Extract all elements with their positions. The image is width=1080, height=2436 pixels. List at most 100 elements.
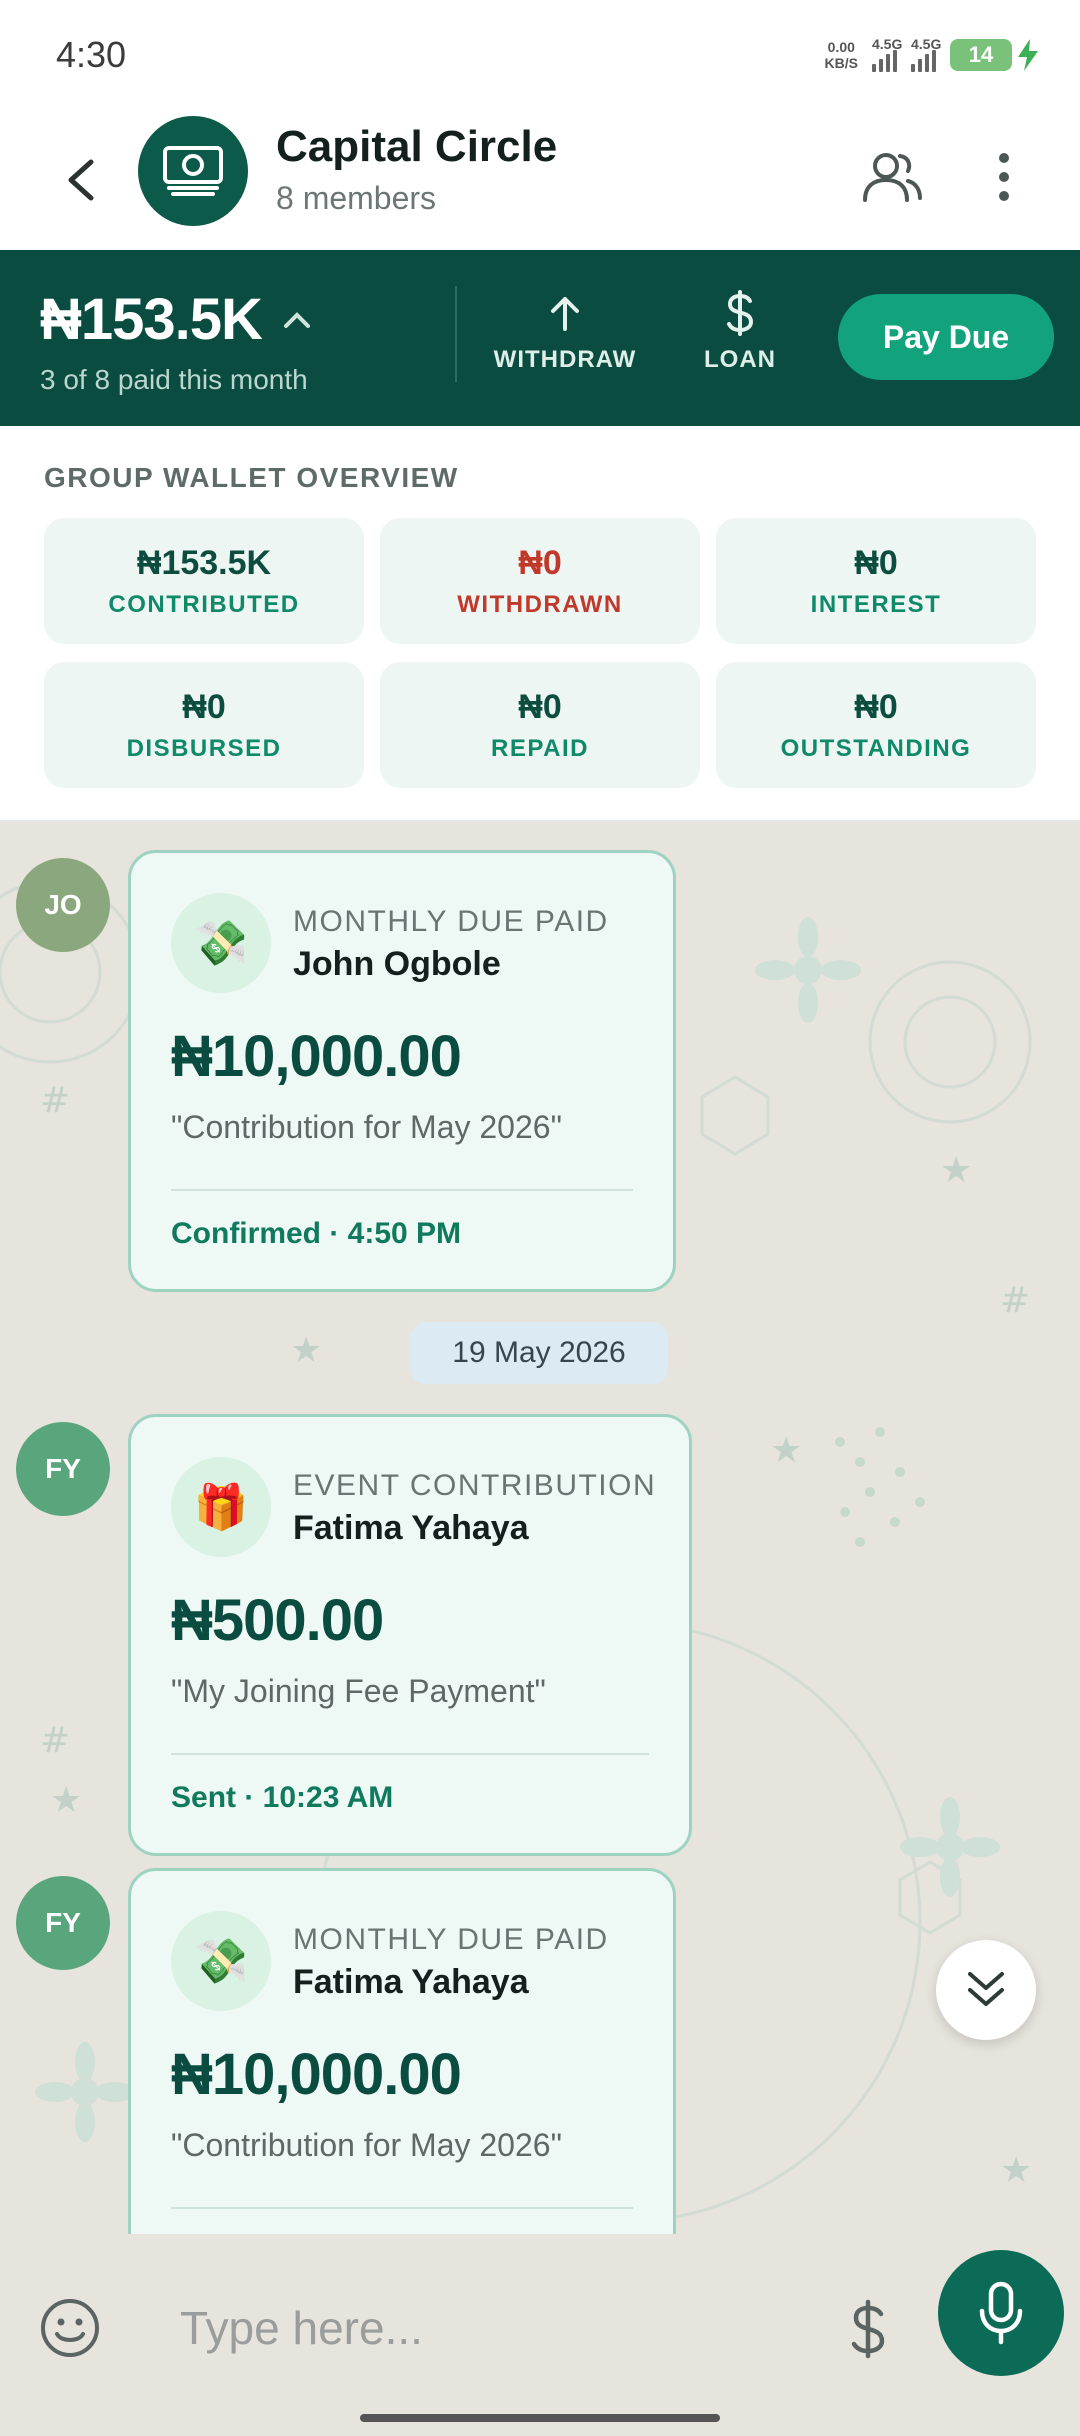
loan-button[interactable]: LOAN: [690, 290, 790, 374]
divider: [171, 2207, 633, 2209]
sender-avatar[interactable]: JO: [16, 858, 110, 952]
transaction-status: Sent · 10:23 AM: [171, 1781, 394, 1814]
more-icon: [999, 153, 1009, 201]
message-composer: [0, 2234, 1080, 2436]
battery-level: 14: [950, 39, 1012, 71]
money-emoji-icon: 💸: [171, 893, 271, 993]
wallet-overview: GROUP WALLET OVERVIEW ₦153.5K CONTRIBUTE…: [0, 426, 1080, 822]
money-emoji-icon: 💸: [171, 1911, 271, 2011]
network-speed-unit: KB/S: [824, 55, 858, 71]
signal-icon: 4.5G: [872, 36, 902, 72]
balance-toggle[interactable]: ₦153.5K: [40, 286, 312, 353]
transaction-note: "Contribution for May 2026": [171, 2127, 562, 2163]
arrow-up-icon: [551, 297, 579, 331]
stat-label: DISBURSED: [126, 734, 282, 762]
sender-name: John Ogbole: [293, 945, 501, 983]
withdraw-label: WITHDRAW: [493, 346, 637, 373]
svg-text:★: ★: [290, 1330, 322, 1371]
emoji-button[interactable]: [36, 2294, 104, 2362]
transaction-type: EVENT CONTRIBUTION: [293, 1469, 657, 1502]
group-balance: ₦153.5K: [40, 287, 263, 352]
pay-due-button[interactable]: Pay Due: [838, 294, 1054, 380]
network-speed-value: 0.00: [827, 39, 855, 55]
divider: [455, 286, 457, 382]
divider: [171, 1189, 633, 1191]
stat-label: WITHDRAWN: [457, 590, 623, 618]
home-indicator[interactable]: [360, 2414, 720, 2422]
wallet-overview-title: GROUP WALLET OVERVIEW: [44, 462, 459, 493]
stat-value: ₦0: [518, 687, 562, 726]
stat-repaid[interactable]: ₦0 REPAID: [380, 662, 700, 788]
stat-disbursed[interactable]: ₦0 DISBURSED: [44, 662, 364, 788]
scroll-to-bottom-button[interactable]: [936, 1940, 1036, 2040]
transaction-note: "My Joining Fee Payment": [171, 1673, 546, 1709]
stat-label: CONTRIBUTED: [108, 590, 300, 618]
send-money-button[interactable]: [838, 2294, 898, 2364]
transaction-card[interactable]: 💸 MONTHLY DUE PAID Fatima Yahaya ₦10,000…: [128, 1868, 676, 2234]
stat-withdrawn[interactable]: ₦0 WITHDRAWN: [380, 518, 700, 644]
chevron-up-icon: [283, 311, 310, 328]
member-count: 8 members: [276, 180, 437, 216]
chat-header: Capital Circle 8 members: [0, 110, 1080, 250]
money-icon: [163, 146, 223, 196]
group-title: Capital Circle: [276, 122, 558, 171]
transaction-status: Confirmed · 4:50 PM: [171, 1217, 462, 1250]
message-input[interactable]: [180, 2290, 800, 2366]
members-icon: [863, 153, 922, 202]
back-button[interactable]: [52, 148, 108, 212]
svg-text:★: ★: [940, 1150, 972, 1191]
transaction-amount: ₦500.00: [171, 1588, 384, 1653]
stat-interest[interactable]: ₦0 INTEREST: [716, 518, 1036, 644]
group-title-block[interactable]: Capital Circle 8 members: [276, 122, 557, 217]
status-time: 4:30: [56, 34, 127, 75]
stat-label: OUTSTANDING: [780, 734, 972, 762]
transaction-note: "Contribution for May 2026": [171, 1109, 562, 1145]
charging-icon: [1018, 39, 1038, 71]
date-separator: 19 May 2026: [410, 1322, 668, 1384]
stat-outstanding[interactable]: ₦0 OUTSTANDING: [716, 662, 1036, 788]
transaction-card[interactable]: 🎁 EVENT CONTRIBUTION Fatima Yahaya ₦500.…: [128, 1414, 692, 1856]
battery-icon: 14: [950, 39, 1040, 71]
transaction-amount: ₦10,000.00: [171, 1024, 462, 1089]
transaction-type: MONTHLY DUE PAID: [293, 905, 609, 938]
stat-value: ₦0: [518, 543, 562, 582]
members-button[interactable]: [858, 142, 928, 212]
divider: [171, 1753, 649, 1755]
sender-avatar[interactable]: FY: [16, 1876, 110, 1970]
svg-text:★: ★: [770, 1430, 802, 1471]
transaction-card[interactable]: 💸 MONTHLY DUE PAID John Ogbole ₦10,000.0…: [128, 850, 676, 1292]
status-indicators: 0.00 KB/S 4.5G 4.5G 14: [825, 36, 1040, 72]
sender-name: Fatima Yahaya: [293, 1963, 529, 2001]
sender-avatar[interactable]: FY: [16, 1422, 110, 1516]
group-avatar[interactable]: [138, 116, 248, 226]
network-speed: 0.00 KB/S: [825, 39, 858, 71]
svg-text:#: #: [1000, 1280, 1030, 1321]
signal-label: 4.5G: [872, 36, 903, 52]
sender-name: Fatima Yahaya: [293, 1509, 529, 1547]
microphone-icon: [979, 2281, 1023, 2345]
dollar-icon: [727, 290, 754, 336]
chat-feed[interactable]: # # # ★ ★ ★ ★ ★ JO 💸 MONTHLY DUE PAID John Og…: [0, 822, 1080, 2234]
more-options-button[interactable]: [984, 142, 1024, 212]
transaction-amount: ₦10,000.00: [171, 2042, 462, 2107]
svg-text:#: #: [40, 1080, 70, 1121]
gift-emoji-icon: 🎁: [171, 1457, 271, 1557]
dollar-icon: [851, 2299, 885, 2359]
signal-icon: 4.5G: [911, 36, 941, 72]
transaction-type: MONTHLY DUE PAID: [293, 1923, 609, 1956]
loan-label: LOAN: [704, 346, 776, 373]
group-summary-bar: ₦153.5K 3 of 8 paid this month WITHDRAW …: [0, 250, 1080, 426]
voice-record-button[interactable]: [938, 2250, 1064, 2376]
back-arrow-icon: [68, 159, 94, 201]
stat-value: ₦0: [854, 687, 898, 726]
smiley-icon: [41, 2299, 99, 2357]
svg-text:★: ★: [1000, 2150, 1032, 2191]
svg-text:#: #: [40, 1720, 70, 1761]
stat-label: REPAID: [491, 734, 589, 762]
withdraw-button[interactable]: WITHDRAW: [490, 290, 640, 374]
stat-contributed[interactable]: ₦153.5K CONTRIBUTED: [44, 518, 364, 644]
stat-label: INTEREST: [810, 590, 942, 618]
double-chevron-down-icon: [968, 1972, 1004, 2006]
signal-label: 4.5G: [911, 36, 942, 52]
svg-text:★: ★: [50, 1780, 82, 1821]
